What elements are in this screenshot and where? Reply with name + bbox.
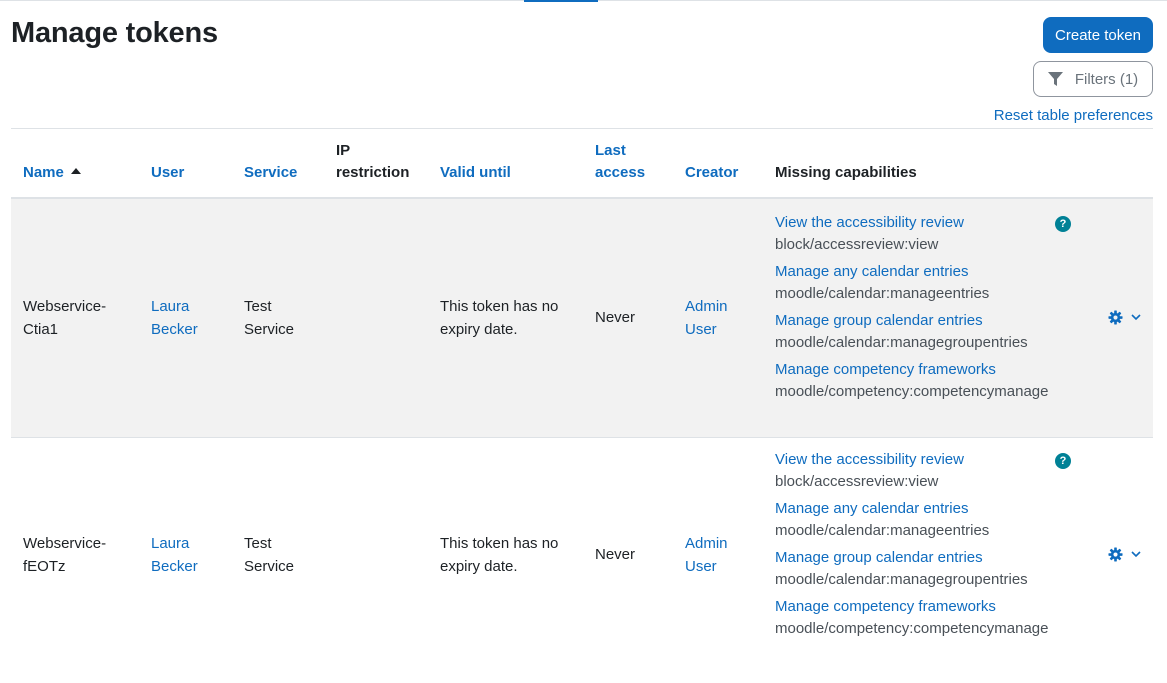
missing-capabilities-list: View the accessibility review block/acce… — [775, 449, 1049, 645]
token-last-access: Never — [595, 546, 636, 563]
token-service: Test Service — [244, 535, 295, 575]
token-last-access: Never — [595, 309, 636, 326]
token-name: Webservice-fEOTz — [23, 535, 107, 575]
token-service: Test Service — [244, 298, 295, 338]
column-header-creator[interactable]: Creator — [685, 162, 738, 184]
chevron-down-icon — [1131, 551, 1141, 558]
column-header-name[interactable]: Name — [23, 162, 81, 184]
capability-link[interactable]: View the accessibility review — [775, 449, 1049, 471]
column-header-last-access[interactable]: Last access — [595, 140, 655, 184]
token-creator-link[interactable]: Admin User — [685, 535, 728, 575]
capability-link[interactable]: Manage any calendar entries — [775, 261, 1049, 283]
help-icon[interactable]: ? — [1055, 453, 1071, 469]
column-header-ip-restriction: IP restriction — [336, 142, 410, 181]
capability-name: block/accessreview:view — [775, 473, 939, 490]
page-title: Manage tokens — [11, 17, 218, 49]
chevron-down-icon — [1131, 314, 1141, 321]
row-actions-menu[interactable] — [1108, 547, 1141, 562]
token-valid-until: This token has no expiry date. — [440, 535, 559, 575]
capability-name: moodle/calendar:manageentries — [775, 522, 990, 539]
sort-ascending-icon — [70, 168, 81, 174]
capability-name: block/accessreview:view — [775, 236, 939, 253]
capability-name: moodle/calendar:managegroupentries — [775, 334, 1028, 351]
gear-icon — [1108, 310, 1123, 325]
table-top-border — [11, 128, 1153, 129]
capability-name: moodle/calendar:manageentries — [775, 285, 990, 302]
column-header-user[interactable]: User — [151, 162, 184, 184]
column-header-service[interactable]: Service — [244, 162, 297, 184]
token-user-link[interactable]: Laura Becker — [151, 535, 198, 575]
active-tab-indicator — [524, 0, 598, 2]
missing-capabilities-list: View the accessibility review block/acce… — [775, 212, 1049, 408]
capability-link[interactable]: View the accessibility review — [775, 212, 1049, 234]
capability-name: moodle/calendar:managegroupentries — [775, 571, 1028, 588]
token-valid-until: This token has no expiry date. — [440, 298, 559, 338]
capability-link[interactable]: Manage group calendar entries — [775, 310, 1049, 332]
gear-icon — [1108, 547, 1123, 562]
row-actions-menu[interactable] — [1108, 310, 1141, 325]
capability-link[interactable]: Manage group calendar entries — [775, 547, 1049, 569]
column-header-missing-capabilities: Missing capabilities — [775, 164, 917, 181]
help-icon[interactable]: ? — [1055, 216, 1071, 232]
column-header-valid-until[interactable]: Valid until — [440, 162, 511, 184]
reset-table-preferences-link[interactable]: Reset table preferences — [994, 107, 1153, 124]
create-token-button[interactable]: Create token — [1043, 17, 1153, 53]
capability-link[interactable]: Manage competency frameworks — [775, 359, 1049, 381]
capability-link[interactable]: Manage any calendar entries — [775, 498, 1049, 520]
token-user-link[interactable]: Laura Becker — [151, 298, 198, 338]
capability-name: moodle/competency:competencymanage — [775, 620, 1049, 637]
capability-link[interactable]: Manage competency frameworks — [775, 596, 1049, 618]
column-header-name-label: Name — [23, 164, 64, 181]
token-name: Webservice-Ctia1 — [23, 298, 107, 338]
capability-name: moodle/competency:competencymanage — [775, 383, 1049, 400]
token-creator-link[interactable]: Admin User — [685, 298, 728, 338]
funnel-icon — [1047, 72, 1063, 86]
filters-button-label: Filters (1) — [1074, 70, 1139, 88]
filters-button[interactable]: Filters (1) — [1033, 61, 1153, 97]
